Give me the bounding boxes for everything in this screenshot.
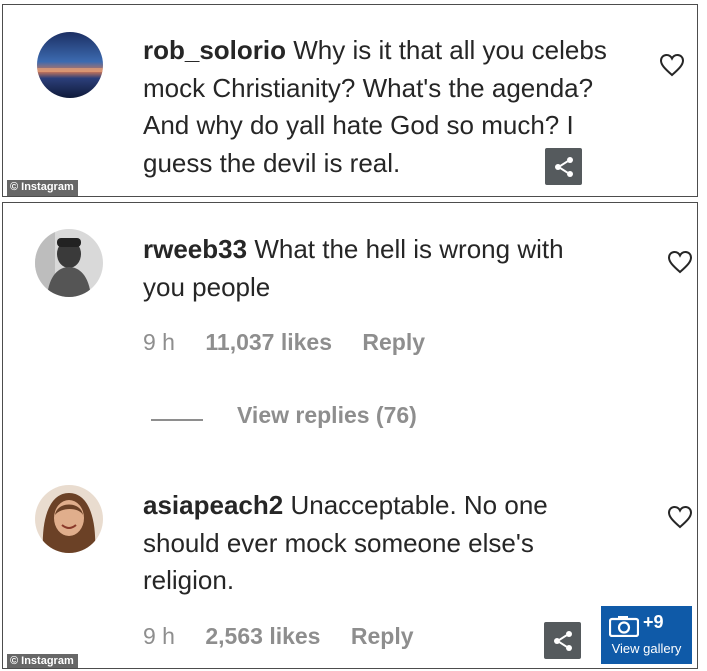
avatar-image [35,485,103,553]
heart-outline-icon[interactable] [667,505,693,529]
comment-panel-2: rweeb33 What the hell is wrong with you … [2,202,698,669]
heart-outline-icon[interactable] [667,250,693,274]
instagram-credit: © Instagram [7,180,78,196]
share-button[interactable] [545,148,582,185]
comment-time: 9 h [143,329,175,355]
instagram-credit: © Instagram [7,654,78,668]
view-replies-link[interactable]: View replies (76) [237,402,417,429]
comment-likes[interactable]: 11,037 likes [205,329,332,355]
avatar-image [37,32,103,98]
share-icon [553,630,572,651]
avatar-rob-solorio[interactable] [37,32,103,98]
comment-username[interactable]: asiapeach2 [143,490,283,520]
comment-text: asiapeach2 Unacceptable. No one should e… [143,487,613,600]
comment-time: 9 h [143,623,175,649]
reply-button[interactable]: Reply [351,623,414,649]
gallery-label: View gallery [611,641,682,656]
share-icon [554,156,573,177]
comment-meta: 9 h 11,037 likes Reply [143,329,449,356]
comment-panel-1: rob_solorio Why is it that all you celeb… [2,4,698,197]
camera-icon [609,616,639,637]
view-gallery-button[interactable]: +9 View gallery [601,606,692,664]
comment-meta: 9 h 2,563 likes Reply [143,623,438,650]
gallery-count: +9 [643,612,664,632]
comment-username[interactable]: rweeb33 [143,234,247,264]
heart-outline-icon[interactable] [659,53,685,77]
comment-username[interactable]: rob_solorio [143,35,286,65]
share-button[interactable] [544,622,581,659]
avatar-asiapeach2[interactable] [35,485,103,553]
avatar-rweeb33[interactable] [35,229,103,297]
avatar-image [35,229,103,297]
comment-likes[interactable]: 2,563 likes [205,623,320,649]
reply-button[interactable]: Reply [362,329,425,355]
view-replies-divider [151,419,203,421]
comment-text: rweeb33 What the hell is wrong with you … [143,231,593,306]
